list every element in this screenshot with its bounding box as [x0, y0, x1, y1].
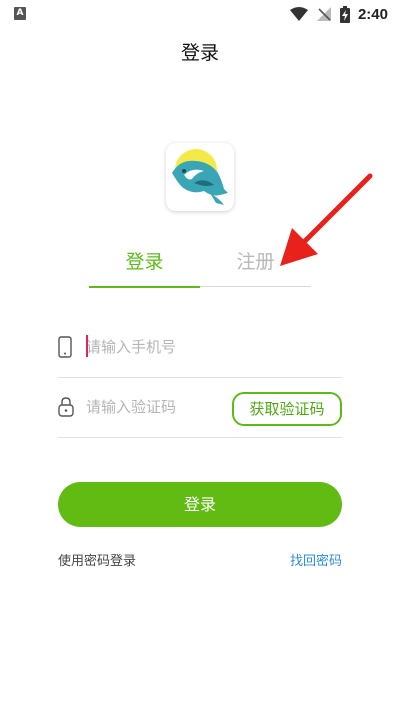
code-field-row: 获取验证码	[58, 376, 342, 438]
wifi-icon	[289, 7, 308, 21]
notification-app-icon: A	[14, 7, 26, 20]
app-logo	[166, 143, 234, 211]
no-signal-icon	[316, 7, 331, 21]
forgot-password-link[interactable]: 找回密码	[290, 550, 342, 569]
verification-code-input[interactable]	[86, 394, 236, 420]
get-code-button[interactable]: 获取验证码	[232, 392, 342, 426]
fish-app-logo-icon	[172, 149, 228, 205]
phone-field-row	[58, 316, 342, 378]
tab-login[interactable]: 登录	[89, 240, 200, 286]
phone-input[interactable]	[86, 334, 236, 360]
battery-charging-icon	[339, 5, 350, 23]
lock-icon	[58, 397, 74, 417]
phone-icon	[58, 336, 72, 358]
status-icons: 2:40	[289, 4, 388, 24]
red-arrow-icon	[280, 173, 373, 266]
active-tab-indicator	[89, 286, 200, 288]
text-cursor	[86, 335, 88, 357]
password-login-link[interactable]: 使用密码登录	[58, 550, 136, 569]
status-bar: A 2:40	[0, 0, 400, 28]
login-button[interactable]: 登录	[58, 482, 342, 527]
status-time: 2:40	[357, 5, 388, 23]
page-title: 登录	[180, 42, 219, 64]
